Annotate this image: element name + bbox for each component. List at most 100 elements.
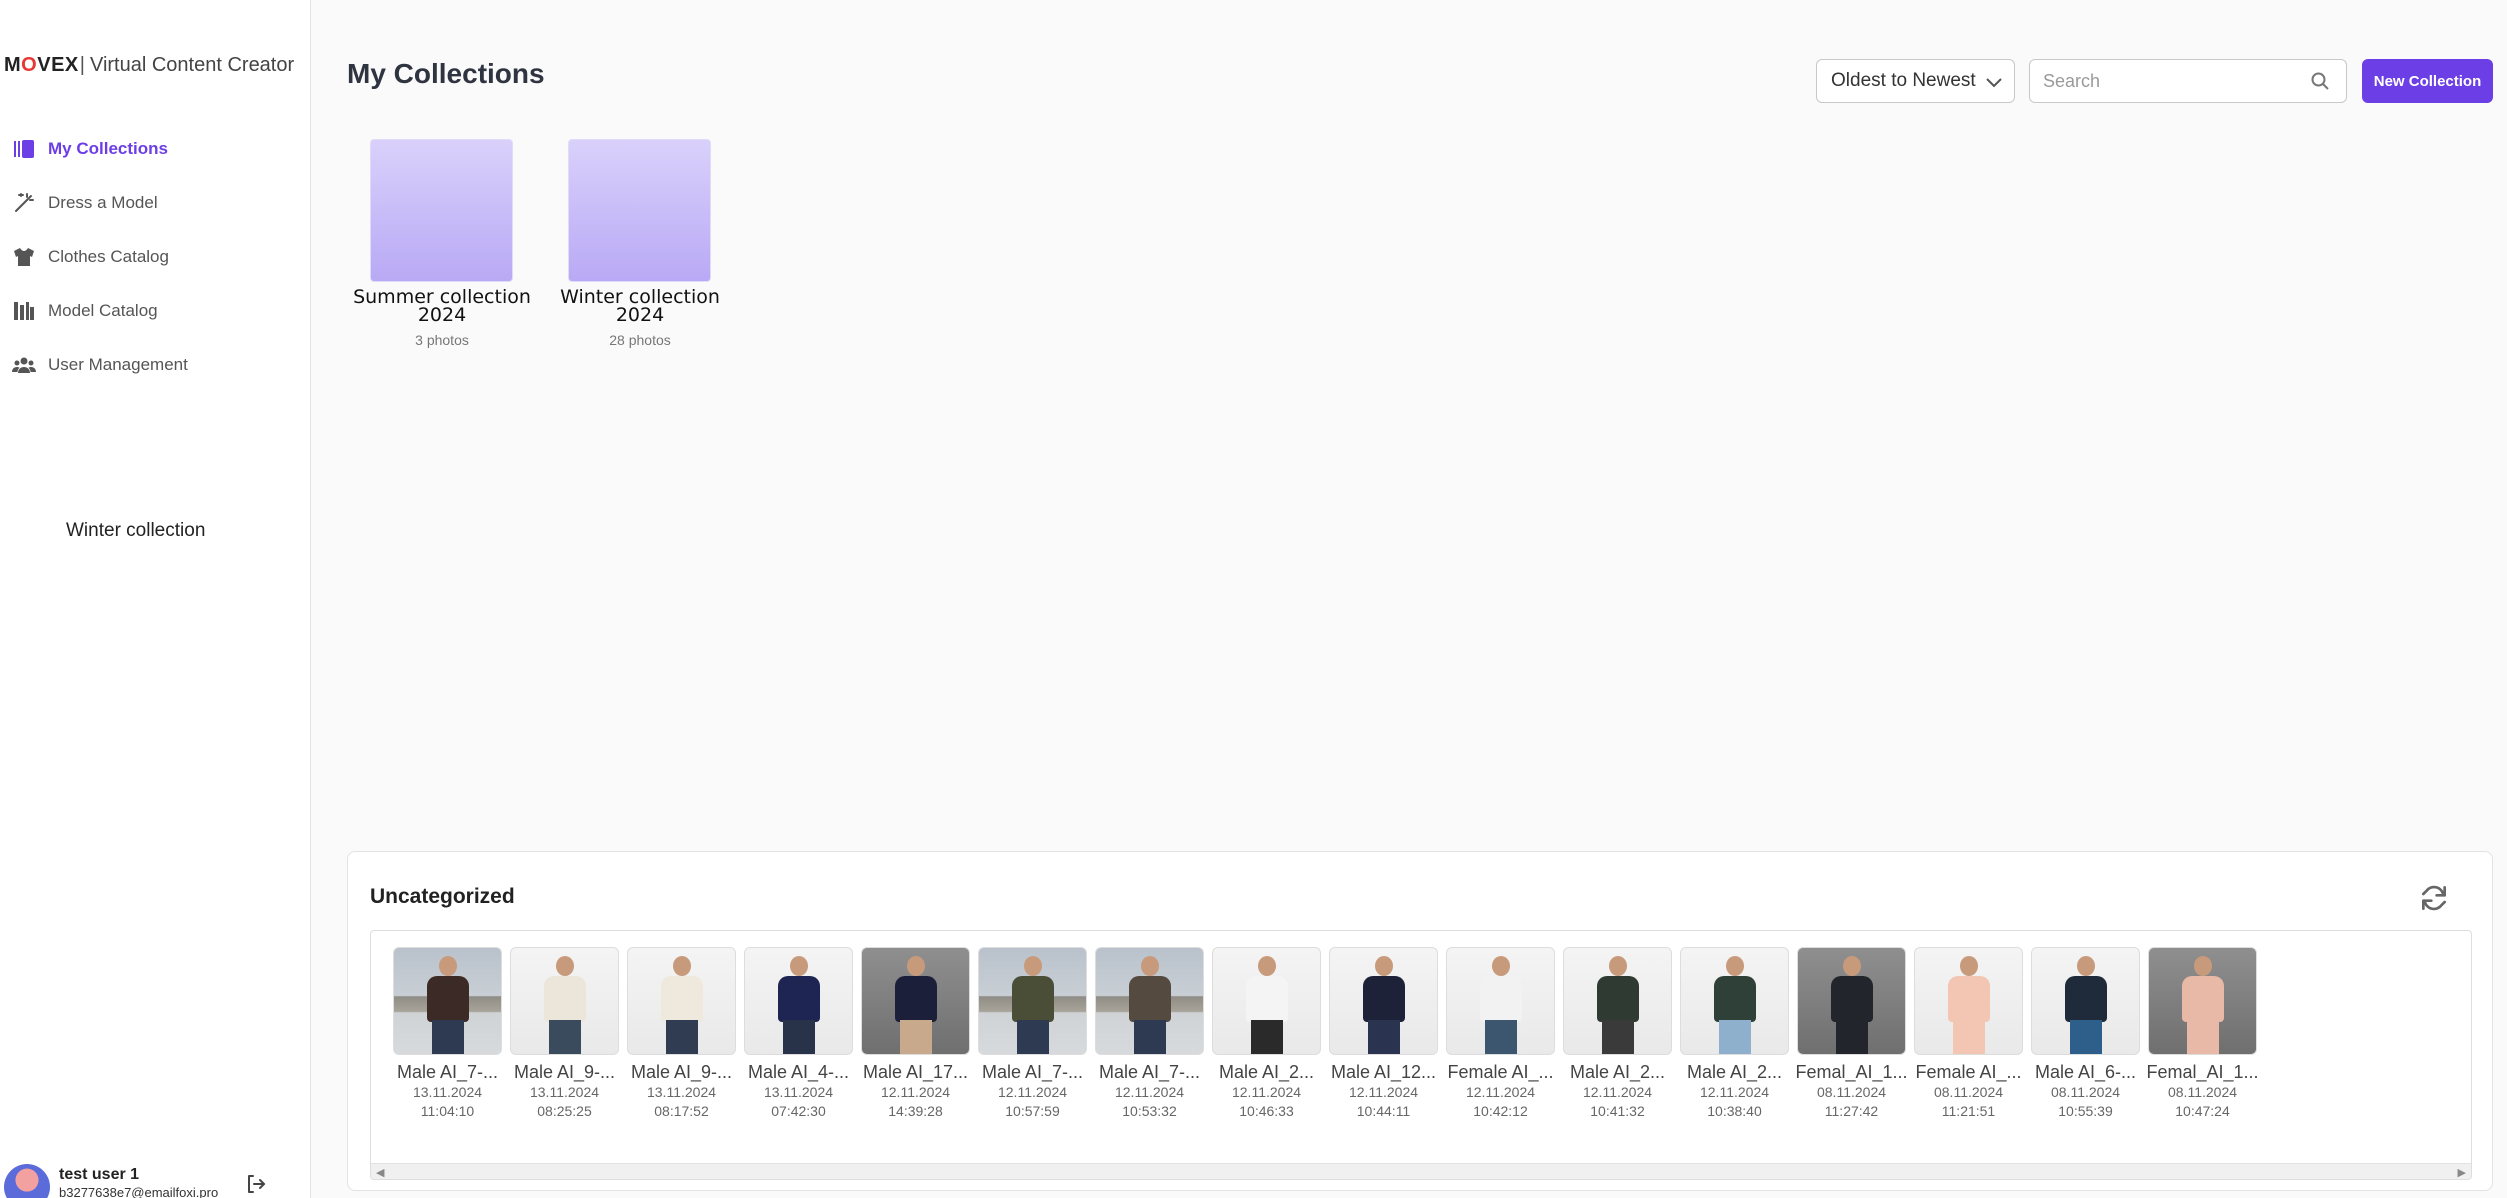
collection-count: 28 photos: [609, 332, 671, 348]
photo-name: Male AI_4-...: [747, 1062, 850, 1082]
photo-thumbnail[interactable]: [1095, 947, 1204, 1055]
new-collection-button[interactable]: New Collection: [2362, 59, 2493, 103]
logout-icon[interactable]: [244, 1172, 268, 1196]
photo-thumbnail[interactable]: [1212, 947, 1321, 1055]
photo-item[interactable]: Femal_AI_1... 08.11.2024 11:27:42: [1793, 947, 1910, 1147]
page-title: My Collections: [347, 58, 545, 89]
collections-icon: [12, 137, 36, 161]
user-name: test user 1: [59, 1166, 140, 1183]
scroll-right-icon[interactable]: ▶: [2458, 1166, 2466, 1179]
photo-date: 08.11.2024: [1816, 1084, 1887, 1100]
photo-item[interactable]: Male AI_12... 12.11.2024 10:44:11: [1325, 947, 1442, 1147]
photo-thumbnail[interactable]: [2031, 947, 2140, 1055]
avatar[interactable]: [4, 1164, 50, 1198]
photo-time: 10:47:24: [2175, 1103, 2230, 1119]
photo-name: Male AI_9-...: [513, 1062, 616, 1082]
collection-thumbnail[interactable]: [568, 139, 711, 282]
photo-item[interactable]: Male AI_2... 12.11.2024 10:38:40: [1676, 947, 1793, 1147]
sort-select[interactable]: Oldest to Newest: [1816, 59, 2015, 103]
photo-item[interactable]: Male AI_7-... 12.11.2024 10:57:59: [974, 947, 1091, 1147]
photo-item[interactable]: Male AI_4-... 13.11.2024 07:42:30: [740, 947, 857, 1147]
brand[interactable]: MOVEX | Virtual Content Creator: [4, 54, 294, 77]
photo-time: 14:39:28: [888, 1103, 943, 1119]
uncategorized-title: Uncategorized: [370, 885, 515, 908]
brand-separator: |: [79, 54, 85, 76]
sidebar-item-clothes-catalog[interactable]: Clothes Catalog: [12, 230, 302, 284]
collection-card[interactable]: Winter collection 2024 28 photos: [550, 139, 730, 348]
sidebar-item-model-catalog[interactable]: Model Catalog: [12, 284, 302, 338]
horizontal-scrollbar[interactable]: ◀ ▶: [371, 1163, 2471, 1179]
sidebar-item-label: User Management: [48, 355, 188, 374]
photo-name: Femal_AI_1...: [2146, 1062, 2259, 1082]
sidebar-item-user-management[interactable]: User Management: [12, 338, 302, 392]
sidebar-item-label: My Collections: [48, 139, 168, 158]
photo-item[interactable]: Femal_AI_1... 08.11.2024 10:47:24: [2144, 947, 2261, 1147]
model-figure: [1237, 948, 1297, 1054]
photo-time: 10:42:12: [1473, 1103, 1528, 1119]
photo-time: 10:44:11: [1356, 1103, 1411, 1119]
photo-date: 13.11.2024: [412, 1084, 483, 1100]
photo-item[interactable]: Female AI_... 08.11.2024 11:21:51: [1910, 947, 2027, 1147]
photo-thumbnail[interactable]: [1680, 947, 1789, 1055]
photo-item[interactable]: Male AI_2... 12.11.2024 10:41:32: [1559, 947, 1676, 1147]
photo-date: 08.11.2024: [2050, 1084, 2121, 1100]
photo-thumbnail[interactable]: [510, 947, 619, 1055]
sidebar-item-my-collections[interactable]: My Collections: [12, 122, 302, 176]
collection-card[interactable]: Summer collection 2024 3 photos: [352, 139, 532, 348]
photo-name: Male AI_12...: [1330, 1062, 1437, 1082]
photo-date: 12.11.2024: [880, 1084, 951, 1100]
shirt-icon: [12, 245, 36, 269]
photo-name: Male AI_7-...: [1098, 1062, 1201, 1082]
users-icon: [12, 353, 36, 377]
photo-thumbnail[interactable]: [978, 947, 1087, 1055]
model-figure: [886, 948, 946, 1054]
photo-date: 13.11.2024: [763, 1084, 834, 1100]
photo-thumbnail[interactable]: [744, 947, 853, 1055]
collection-thumbnail[interactable]: [370, 139, 513, 282]
photo-thumbnail[interactable]: [1563, 947, 1672, 1055]
photo-item[interactable]: Male AI_6-... 08.11.2024 10:55:39: [2027, 947, 2144, 1147]
photo-item[interactable]: Male AI_9-... 13.11.2024 08:17:52: [623, 947, 740, 1147]
photo-date: 12.11.2024: [1582, 1084, 1653, 1100]
photo-item[interactable]: Male AI_17... 12.11.2024 14:39:28: [857, 947, 974, 1147]
photo-name: Female AI_...: [1447, 1062, 1554, 1082]
model-figure: [1003, 948, 1063, 1054]
photo-item[interactable]: Female AI_... 12.11.2024 10:42:12: [1442, 947, 1559, 1147]
photo-thumbnail[interactable]: [393, 947, 502, 1055]
photo-date: 08.11.2024: [2167, 1084, 2238, 1100]
sidebar-item-dress-a-model[interactable]: Dress a Model: [12, 176, 302, 230]
photo-thumbnail[interactable]: [1446, 947, 1555, 1055]
catalog-icon: [12, 299, 36, 323]
user-email: b3277638e7@emailfoxi.pro: [59, 1185, 219, 1198]
brand-logo: MOVEX: [4, 54, 79, 76]
collection-count: 3 photos: [415, 332, 469, 348]
photo-thumbnail[interactable]: [861, 947, 970, 1055]
refresh-icon[interactable]: [2418, 882, 2450, 914]
search-icon[interactable]: [2310, 71, 2330, 91]
photo-time: 10:46:33: [1239, 1103, 1294, 1119]
photo-thumbnail[interactable]: [2148, 947, 2257, 1055]
model-figure: [2173, 948, 2233, 1054]
model-figure: [1939, 948, 1999, 1054]
photo-date: 12.11.2024: [1114, 1084, 1185, 1100]
photo-item[interactable]: Male AI_9-... 13.11.2024 08:25:25: [506, 947, 623, 1147]
chevron-down-icon: [1986, 78, 2002, 88]
photo-name: Male AI_17...: [862, 1062, 969, 1082]
photo-thumbnail[interactable]: [1329, 947, 1438, 1055]
photo-item[interactable]: Male AI_7-... 13.11.2024 11:04:10: [389, 947, 506, 1147]
photo-name: Male AI_2...: [1686, 1062, 1783, 1082]
model-figure: [535, 948, 595, 1054]
scroll-left-icon[interactable]: ◀: [376, 1166, 384, 1179]
photo-thumbnail[interactable]: [1914, 947, 2023, 1055]
photo-time: 10:53:32: [1122, 1103, 1177, 1119]
photo-thumbnail[interactable]: [627, 947, 736, 1055]
photo-thumbnail[interactable]: [1797, 947, 1906, 1055]
search-input[interactable]: [2030, 60, 2290, 102]
uncategorized-strip: Male AI_7-... 13.11.2024 11:04:10 Male AI_9…: [370, 930, 2472, 1180]
photo-date: 08.11.2024: [1933, 1084, 2004, 1100]
photo-name: Femal_AI_1...: [1795, 1062, 1908, 1082]
photo-date: 12.11.2024: [1231, 1084, 1302, 1100]
photo-item[interactable]: Male AI_7-... 12.11.2024 10:53:32: [1091, 947, 1208, 1147]
photo-item[interactable]: Male AI_2... 12.11.2024 10:46:33: [1208, 947, 1325, 1147]
model-figure: [1354, 948, 1414, 1054]
